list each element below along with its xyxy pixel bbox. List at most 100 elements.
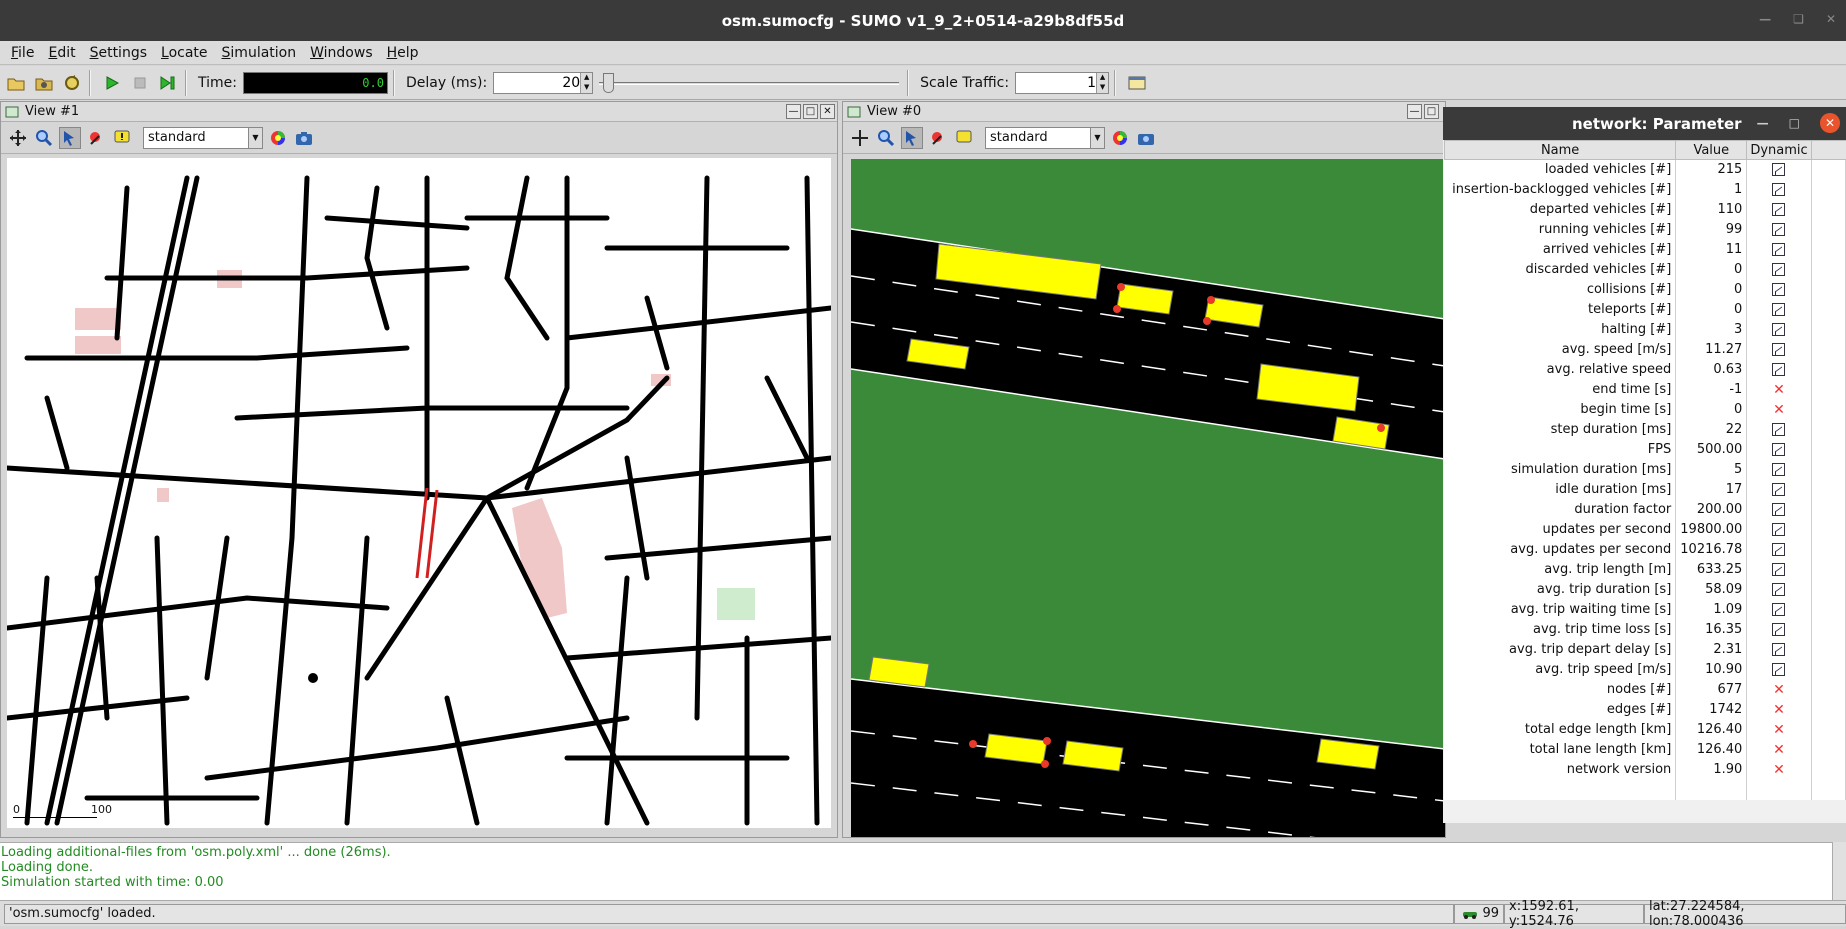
color-settings-icon[interactable] bbox=[1109, 127, 1131, 149]
delay-spinner[interactable]: ▲▼ bbox=[493, 71, 594, 94]
open-network-icon[interactable] bbox=[32, 71, 56, 95]
param-row[interactable]: avg. updates per second 10216.78 bbox=[1444, 539, 1846, 560]
menu-file[interactable]: File bbox=[4, 45, 41, 61]
param-row[interactable]: total lane length [km] 126.40 ✕ bbox=[1444, 739, 1846, 760]
view0-scheme-select[interactable]: standard ▼ bbox=[985, 126, 1105, 149]
menu-simulation[interactable]: Simulation bbox=[215, 45, 304, 61]
delay-slider[interactable] bbox=[599, 72, 900, 94]
locate-poi-icon[interactable] bbox=[111, 127, 133, 149]
tracker-icon[interactable] bbox=[1772, 463, 1786, 476]
param-row[interactable]: FPS 500.00 bbox=[1444, 439, 1846, 460]
param-row[interactable]: simulation duration [ms] 5 bbox=[1444, 459, 1846, 480]
tracker-icon[interactable] bbox=[1772, 483, 1786, 496]
zoom-icon[interactable] bbox=[875, 127, 897, 149]
delay-down-icon[interactable]: ▼ bbox=[581, 83, 592, 93]
recenter-view-icon[interactable] bbox=[7, 127, 29, 149]
scale-traffic-input[interactable] bbox=[1016, 72, 1097, 93]
tracker-icon[interactable] bbox=[1772, 283, 1786, 296]
chevron-down-icon[interactable]: ▼ bbox=[248, 127, 262, 148]
param-row[interactable]: step duration [ms] 22 bbox=[1444, 419, 1846, 440]
view0-maximize-button[interactable]: □ bbox=[1424, 104, 1439, 119]
view1-minimize-button[interactable]: — bbox=[786, 104, 801, 119]
tracker-icon[interactable] bbox=[1772, 243, 1786, 256]
tracker-icon[interactable] bbox=[1772, 543, 1786, 556]
locate-poi-icon[interactable] bbox=[953, 127, 975, 149]
maximize-icon[interactable]: ❏ bbox=[1793, 12, 1804, 26]
tracker-icon[interactable] bbox=[1772, 343, 1786, 356]
tracker-icon[interactable] bbox=[1772, 643, 1786, 656]
reload-icon[interactable] bbox=[60, 71, 84, 95]
tracker-icon[interactable] bbox=[1772, 523, 1786, 536]
delay-input[interactable] bbox=[494, 72, 581, 93]
zoom-icon[interactable] bbox=[33, 127, 55, 149]
col-value-header[interactable]: Value bbox=[1675, 140, 1748, 160]
param-row[interactable]: total edge length [km] 126.40 ✕ bbox=[1444, 719, 1846, 740]
screenshot-icon[interactable] bbox=[293, 127, 315, 149]
tracker-icon[interactable] bbox=[1772, 663, 1786, 676]
delay-up-icon[interactable]: ▲ bbox=[581, 73, 592, 83]
tracker-icon[interactable] bbox=[1772, 323, 1786, 336]
param-maximize-icon[interactable]: □ bbox=[1789, 116, 1800, 130]
param-row[interactable]: edges [#] 1742 ✕ bbox=[1444, 699, 1846, 720]
tracker-icon[interactable] bbox=[1772, 203, 1786, 216]
chevron-down-icon[interactable]: ▼ bbox=[1090, 127, 1104, 148]
tracker-icon[interactable] bbox=[1772, 443, 1786, 456]
select-mode-icon[interactable] bbox=[59, 126, 81, 149]
param-row[interactable]: network version 1.90 ✕ bbox=[1444, 759, 1846, 780]
tracker-icon[interactable] bbox=[1772, 163, 1786, 177]
locate-junction-icon[interactable] bbox=[85, 127, 107, 149]
minimize-icon[interactable]: — bbox=[1759, 12, 1771, 26]
menu-settings[interactable]: Settings bbox=[83, 45, 154, 61]
menu-locate[interactable]: Locate bbox=[154, 45, 215, 61]
tracker-icon[interactable] bbox=[1772, 363, 1786, 376]
tracker-icon[interactable] bbox=[1772, 503, 1786, 516]
param-row[interactable]: avg. trip duration [s] 58.09 bbox=[1444, 579, 1846, 600]
tracker-icon[interactable] bbox=[1772, 223, 1786, 236]
param-row[interactable]: nodes [#] 677 ✕ bbox=[1444, 679, 1846, 700]
tracker-icon[interactable] bbox=[1772, 623, 1786, 636]
param-row[interactable]: departed vehicles [#] 110 bbox=[1444, 199, 1846, 220]
param-row[interactable]: avg. speed [m/s] 11.27 bbox=[1444, 339, 1846, 360]
param-row[interactable]: begin time [s] 0 ✕ bbox=[1444, 399, 1846, 420]
param-row[interactable]: duration factor 200.00 bbox=[1444, 499, 1846, 520]
message-scrollbar[interactable] bbox=[1832, 842, 1846, 900]
view1-canvas[interactable]: 0 100 bbox=[7, 158, 831, 828]
param-row[interactable]: updates per second 19800.00 bbox=[1444, 519, 1846, 540]
scale-down-icon[interactable]: ▼ bbox=[1097, 83, 1108, 93]
menu-windows[interactable]: Windows bbox=[303, 45, 380, 61]
param-row[interactable]: avg. trip time loss [s] 16.35 bbox=[1444, 619, 1846, 640]
menu-edit[interactable]: Edit bbox=[41, 45, 82, 61]
param-minimize-icon[interactable]: — bbox=[1757, 116, 1769, 130]
run-icon[interactable] bbox=[100, 71, 124, 95]
view1-scheme-select[interactable]: standard ▼ bbox=[143, 126, 263, 149]
color-settings-icon[interactable] bbox=[267, 127, 289, 149]
param-row[interactable]: collisions [#] 0 bbox=[1444, 279, 1846, 300]
param-row[interactable]: avg. trip depart delay [s] 2.31 bbox=[1444, 639, 1846, 660]
param-row[interactable]: insertion-backlogged vehicles [#] 1 bbox=[1444, 179, 1846, 200]
param-row[interactable]: avg. relative speed 0.63 bbox=[1444, 359, 1846, 380]
param-row[interactable]: loaded vehicles [#] 215 bbox=[1444, 159, 1846, 180]
tracker-icon[interactable] bbox=[1772, 603, 1786, 616]
tracker-icon[interactable] bbox=[1772, 263, 1786, 276]
menu-help[interactable]: Help bbox=[380, 45, 426, 61]
open-config-icon[interactable] bbox=[4, 71, 28, 95]
param-row[interactable]: avg. trip length [m] 633.25 bbox=[1444, 559, 1846, 580]
view1-maximize-button[interactable]: □ bbox=[803, 104, 818, 119]
new-view-icon[interactable] bbox=[1125, 71, 1149, 95]
delay-slider-thumb[interactable] bbox=[603, 72, 615, 93]
tracker-icon[interactable] bbox=[1772, 563, 1786, 576]
scale-traffic-spinner[interactable]: ▲▼ bbox=[1015, 71, 1110, 94]
tracker-icon[interactable] bbox=[1772, 423, 1786, 436]
param-row[interactable]: teleports [#] 0 bbox=[1444, 299, 1846, 320]
tracker-icon[interactable] bbox=[1772, 183, 1786, 196]
tracker-icon[interactable] bbox=[1772, 583, 1786, 596]
close-icon[interactable]: ✕ bbox=[1826, 12, 1836, 26]
view0-minimize-button[interactable]: — bbox=[1407, 104, 1422, 119]
road-network-map[interactable] bbox=[7, 158, 831, 828]
screenshot-icon[interactable] bbox=[1135, 127, 1157, 149]
locate-junction-icon[interactable] bbox=[927, 127, 949, 149]
recenter-view-icon[interactable] bbox=[849, 127, 871, 149]
stop-icon[interactable] bbox=[128, 71, 152, 95]
param-row[interactable]: avg. trip speed [m/s] 10.90 bbox=[1444, 659, 1846, 680]
param-close-icon[interactable]: ✕ bbox=[1820, 113, 1840, 133]
